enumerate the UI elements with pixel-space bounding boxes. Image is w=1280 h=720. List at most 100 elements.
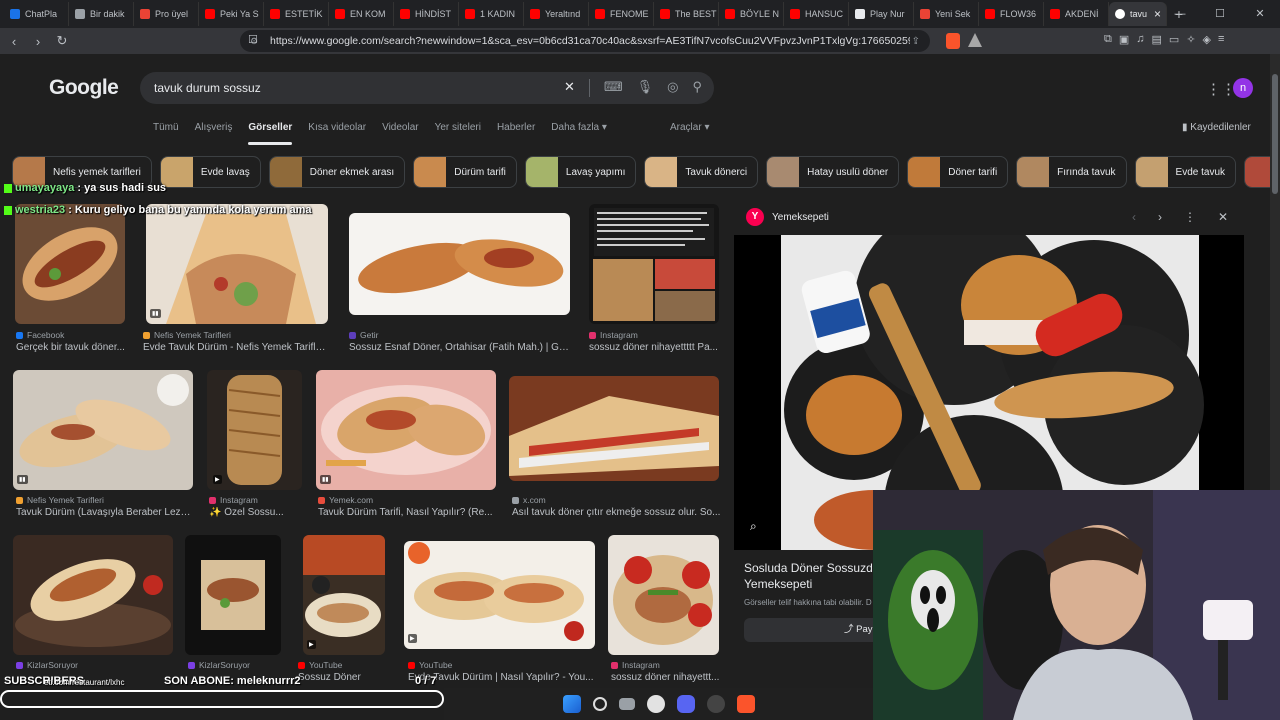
brave-browser-icon[interactable] (736, 695, 755, 713)
vpn-icon[interactable]: ◈ (1203, 33, 1211, 46)
result-image[interactable]: ▶ (404, 541, 595, 649)
screenshot-icon[interactable]: ▣ (1119, 33, 1129, 46)
result-image[interactable]: ▶ (303, 535, 385, 655)
share-icon[interactable]: ⇪ (912, 36, 920, 47)
result-source[interactable]: Yemek.com (318, 495, 373, 505)
scope-tab[interactable]: Haberler (497, 122, 535, 133)
scope-tab[interactable]: Görseller (248, 122, 292, 145)
related-search-chip[interactable]: Tavuk dönerci (644, 156, 759, 188)
maximize-button[interactable]: ☐ (1200, 0, 1240, 28)
result-image[interactable] (349, 213, 570, 315)
result-source[interactable]: YouTube (408, 660, 452, 670)
sidebar-icon[interactable]: ▤ (1152, 33, 1162, 46)
related-search-chip[interactable]: Döner tarifi (907, 156, 1009, 188)
browser-tab[interactable]: ChatPla (4, 2, 69, 26)
result-source[interactable]: Instagram (589, 330, 638, 340)
browser-tab[interactable]: Play Nur (849, 2, 914, 26)
browser-tab[interactable]: FENOME (589, 2, 654, 26)
result-image[interactable] (509, 376, 719, 481)
result-caption[interactable]: Asıl tavuk döner çıtır ekmeğe sossuz olu… (512, 507, 722, 518)
lens-icon[interactable]: ◎ (667, 79, 678, 97)
extension-icon[interactable]: ⧉ (1104, 33, 1112, 46)
result-image[interactable]: ▮▮ (316, 370, 496, 490)
related-search-chip[interactable]: Dürüm tarifi (413, 156, 517, 188)
browser-tab[interactable]: 1 KADIN (459, 2, 524, 26)
lens-search-icon[interactable]: ⌕ (750, 519, 757, 534)
mic-icon[interactable]: 🎙 (637, 79, 654, 97)
menu-icon[interactable]: ≡ (1218, 33, 1224, 46)
result-source[interactable]: Instagram (611, 660, 660, 670)
share-button[interactable]: ⤴ Pay (744, 618, 894, 642)
result-image[interactable]: ▮▮ (13, 370, 193, 490)
result-image[interactable]: ▶ (207, 370, 302, 490)
scope-tab[interactable]: Kısa videolar (308, 122, 366, 133)
browser-tab[interactable]: BÖYLE N (719, 2, 784, 26)
result-caption[interactable]: Tavuk Dürüm (Lavaşıyla Beraber Lezz... (16, 507, 191, 518)
result-image[interactable] (15, 204, 125, 324)
result-image[interactable] (608, 535, 719, 655)
discord-icon[interactable] (676, 695, 695, 713)
result-image[interactable]: ▮▮ (146, 204, 328, 324)
minimize-button[interactable]: — (1160, 0, 1200, 28)
tools-menu[interactable]: Araçlar ▾ (670, 122, 709, 133)
browser-tab[interactable]: Yeni Sek (914, 2, 979, 26)
related-search-chip[interactable]: Evde tavuk (1134, 156, 1237, 188)
result-caption[interactable]: sossuz döner nihayettt... (611, 672, 723, 683)
related-search-chip[interactable]: Evde lavaş (159, 156, 261, 188)
music-icon[interactable]: ♫ (1136, 33, 1144, 46)
prev-icon[interactable]: ‹ (1132, 210, 1136, 224)
browser-tab[interactable]: HANSUC (784, 2, 849, 26)
wallet-icon[interactable]: ▭ (1169, 33, 1179, 46)
result-image[interactable] (185, 535, 281, 655)
close-icon[interactable]: ✕ (1218, 210, 1228, 224)
scope-tab[interactable]: Alışveriş (195, 122, 233, 133)
result-image[interactable] (13, 535, 173, 655)
related-search-chip[interactable]: Fırında tavuk (1016, 156, 1127, 188)
search-query[interactable]: tavuk durum sossuz (154, 81, 261, 95)
scope-tab[interactable]: Videolar (382, 122, 419, 133)
result-caption[interactable]: sossuz döner nihayettttt Pa... (589, 342, 719, 353)
related-search-chip[interactable]: Hatay usulü döner (766, 156, 900, 188)
browser-tab[interactable]: Peki Ya S (199, 2, 264, 26)
result-caption[interactable]: Gerçek bir tavuk döner... (16, 342, 141, 353)
google-logo[interactable]: Google (49, 76, 119, 100)
bookmark-icon[interactable]: ☐ (248, 33, 258, 46)
scrollbar-thumb[interactable] (1272, 74, 1278, 194)
forward-icon[interactable]: › (28, 34, 48, 49)
result-caption[interactable]: Sossuz Esnaf Döner, Ortahisar (Fatih Mah… (349, 342, 574, 353)
result-source[interactable]: YouTube (298, 660, 342, 670)
task-view-icon[interactable] (618, 698, 635, 710)
result-caption[interactable]: Evde Tavuk Dürüm | Nasıl Yapılır? - You.… (408, 672, 598, 683)
saved-link[interactable]: ▮ Kaydedilenler (1182, 122, 1251, 133)
result-source[interactable]: KizlarSoruyor (16, 660, 78, 670)
back-icon[interactable]: ‹ (4, 34, 24, 49)
preview-source[interactable]: Y Yemeksepeti (746, 208, 829, 226)
obs-icon[interactable] (706, 695, 725, 713)
clear-icon[interactable]: ✕ (564, 79, 575, 97)
result-caption[interactable]: Evde Tavuk Dürüm - Nefis Yemek Tarifleri… (143, 342, 331, 353)
browser-tab[interactable]: The BEST (654, 2, 719, 26)
close-window-button[interactable]: ✕ (1240, 0, 1280, 28)
brave-shields-icon[interactable] (946, 33, 960, 49)
chatgpt-icon[interactable] (646, 695, 665, 713)
search-icon[interactable]: ⚲ (692, 79, 702, 97)
keyboard-icon[interactable]: ⌨ (604, 79, 623, 97)
result-source[interactable]: x.com (512, 495, 546, 505)
result-source[interactable]: Getir (349, 330, 378, 340)
browser-tab[interactable]: AKDENİ (1044, 2, 1109, 26)
more-icon[interactable]: ⋮ (1184, 210, 1196, 224)
browser-tab[interactable]: Pro üyel (134, 2, 199, 26)
search-icon[interactable] (592, 697, 607, 711)
related-search-chip[interactable]: Döner ekmek arası (268, 156, 406, 188)
browser-tab[interactable]: Bir dakik (69, 2, 134, 26)
browser-tab[interactable]: ESTETİK (264, 2, 329, 26)
result-source[interactable]: Nefis Yemek Tarifleri (143, 330, 231, 340)
active-browser-tab[interactable]: tavu × (1109, 2, 1167, 26)
scope-tab[interactable]: Tümü (153, 122, 179, 133)
result-caption[interactable]: Sossuz Döner (298, 672, 398, 683)
avatar[interactable]: n (1233, 78, 1253, 98)
address-bar[interactable]: ⚙ https://www.google.com/search?newwindo… (240, 30, 930, 52)
browser-tab[interactable]: Yeraltınd (524, 2, 589, 26)
related-search-chip[interactable]: Lavaş yapımı (524, 156, 637, 188)
scope-tab[interactable]: Daha fazla ▾ (551, 122, 607, 133)
